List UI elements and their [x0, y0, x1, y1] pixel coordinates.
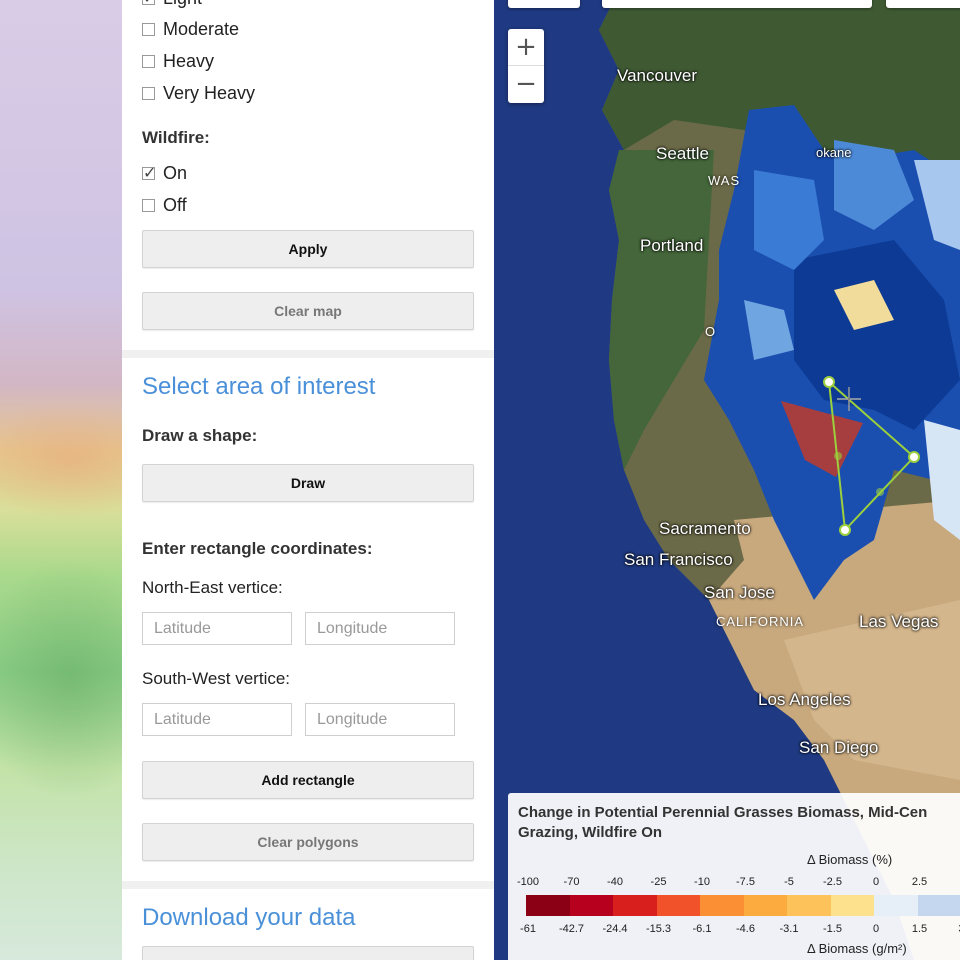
city-label-spokane: okane	[816, 145, 852, 160]
map-legend: Change in Potential Perennial Grasses Bi…	[508, 793, 960, 960]
checkbox-label: Moderate	[163, 19, 240, 39]
legend-title: Change in Potential Perennial Grasses Bi…	[518, 803, 960, 843]
legend-tick-label: 3.	[943, 923, 960, 935]
wildfire-option-on[interactable]: On	[142, 163, 187, 184]
legend-tick-label: -24.4	[602, 923, 628, 935]
north-east-label: North-East vertice:	[142, 578, 283, 597]
legend-unit-absolute: Δ Biomass (g/m²)	[807, 941, 907, 956]
legend-tick-label: 2.5	[911, 876, 928, 888]
legend-color-swatch	[874, 895, 918, 916]
draw-button[interactable]: Draw	[142, 464, 474, 502]
sw-latitude-input[interactable]: Latitude	[142, 703, 292, 736]
legend-tick-label: -2.5	[823, 876, 842, 888]
checkbox-label: Off	[163, 195, 187, 215]
grazing-option-very-heavy[interactable]: Very Heavy	[142, 83, 255, 104]
legend-tick-label: -61	[520, 923, 536, 935]
checkbox-label: Light	[163, 0, 202, 9]
add-rectangle-button[interactable]: Add rectangle	[142, 761, 474, 799]
map-view[interactable]: + − Vancouver Seattle WAS okane Portland…	[494, 0, 960, 960]
legend-title-line: Grazing, Wildfire On	[518, 824, 663, 841]
ne-latitude-input[interactable]: Latitude	[142, 612, 292, 645]
checkbox-icon[interactable]	[142, 87, 155, 100]
checkbox-label: On	[163, 163, 188, 183]
legend-color-swatch	[743, 895, 787, 916]
map-search-bar[interactable]	[602, 0, 872, 8]
city-label-los-angeles: Los Angeles	[758, 690, 851, 709]
checkbox-icon[interactable]	[142, 0, 156, 8]
city-label-seattle: Seattle	[656, 144, 709, 163]
legend-color-swatch	[569, 895, 613, 916]
map-top-control[interactable]	[886, 0, 960, 8]
wildfire-option-off[interactable]: Off	[142, 195, 187, 216]
city-label-san-jose: San Jose	[704, 583, 775, 602]
legend-tick-label: -1.5	[823, 923, 842, 935]
rectangle-coordinates-label: Enter rectangle coordinates:	[142, 539, 373, 558]
city-label-sacramento: Sacramento	[659, 519, 751, 538]
south-west-label: South-West vertice:	[142, 669, 291, 688]
checkbox-label: Very Heavy	[163, 83, 256, 103]
legend-color-swatch	[917, 895, 960, 916]
legend-tick-label: 5	[943, 876, 960, 888]
legend-tick-label: -25	[650, 876, 667, 888]
ne-longitude-input[interactable]: Longitude	[305, 612, 455, 645]
legend-color-swatch	[700, 895, 744, 916]
apply-button[interactable]: Apply	[142, 230, 474, 268]
legend-tick-label: -3.1	[779, 923, 799, 935]
legend-tick-label: -4.6	[736, 923, 755, 935]
download-section-title: Download your data	[142, 904, 356, 931]
legend-tick-label: 1.5	[911, 923, 928, 935]
legend-tick-label: -70	[563, 876, 580, 888]
draw-shape-label: Draw a shape:	[142, 426, 258, 445]
legend-color-swatch	[526, 895, 570, 916]
zoom-control[interactable]: + −	[508, 29, 544, 103]
area-section-title: Select area of interest	[142, 373, 376, 400]
city-label-san-diego: San Diego	[799, 738, 879, 757]
checkbox-icon[interactable]	[142, 23, 155, 36]
city-label-portland: Portland	[640, 236, 704, 255]
city-label-las-vegas: Las Vegas	[859, 612, 939, 631]
legend-tick-label: -42.7	[558, 923, 585, 935]
legend-tick-label: -6.1	[692, 923, 712, 935]
checkbox-icon[interactable]	[142, 199, 155, 212]
legend-tick-label: 0	[872, 876, 880, 888]
city-label-san-francisco: San Francisco	[624, 550, 733, 569]
state-label-oregon: O	[705, 324, 717, 339]
legend-title-line: Change in Potential Perennial Grasses Bi…	[518, 804, 928, 821]
legend-color-swatch	[830, 895, 874, 916]
download-button[interactable]	[142, 946, 474, 960]
zoom-out-button[interactable]: −	[508, 66, 544, 103]
grazing-option-heavy[interactable]: Heavy	[142, 51, 214, 72]
legend-color-swatch	[787, 895, 831, 916]
state-label-california: CALIFORNIA	[716, 614, 805, 629]
clear-map-button[interactable]: Clear map	[142, 292, 474, 330]
grazing-option-light[interactable]: Light	[142, 0, 202, 9]
state-label-washington: WAS	[708, 173, 741, 188]
legend-tick-label: -5	[784, 876, 794, 888]
legend-unit-percent: Δ Biomass (%)	[807, 852, 893, 867]
legend-color-bar	[526, 895, 960, 916]
checkbox-icon[interactable]	[142, 163, 156, 183]
legend-tick-label: -15.3	[645, 923, 672, 935]
legend-color-swatch	[656, 895, 700, 916]
legend-tick-label: 0	[872, 923, 880, 935]
section-divider	[122, 881, 494, 889]
clear-polygons-button[interactable]: Clear polygons	[142, 823, 474, 861]
city-label-vancouver: Vancouver	[617, 66, 698, 85]
checkbox-label: Heavy	[163, 51, 215, 71]
legend-tick-label: -100	[516, 876, 540, 888]
wildfire-heading: Wildfire:	[142, 128, 210, 147]
zoom-in-button[interactable]: +	[508, 29, 544, 66]
watercolor-background	[0, 0, 122, 960]
map-top-control[interactable]	[508, 0, 580, 8]
checkbox-icon[interactable]	[142, 55, 155, 68]
section-divider	[122, 350, 494, 358]
legend-color-swatch	[613, 895, 657, 916]
grazing-option-moderate[interactable]: Moderate	[142, 19, 239, 40]
legend-tick-label: -7.5	[736, 876, 755, 888]
legend-tick-label: -40	[607, 876, 623, 888]
sw-longitude-input[interactable]: Longitude	[305, 703, 455, 736]
side-panel: Light Moderate Heavy Very Heavy Wildfire…	[122, 0, 494, 960]
legend-tick-label: -10	[694, 876, 710, 888]
